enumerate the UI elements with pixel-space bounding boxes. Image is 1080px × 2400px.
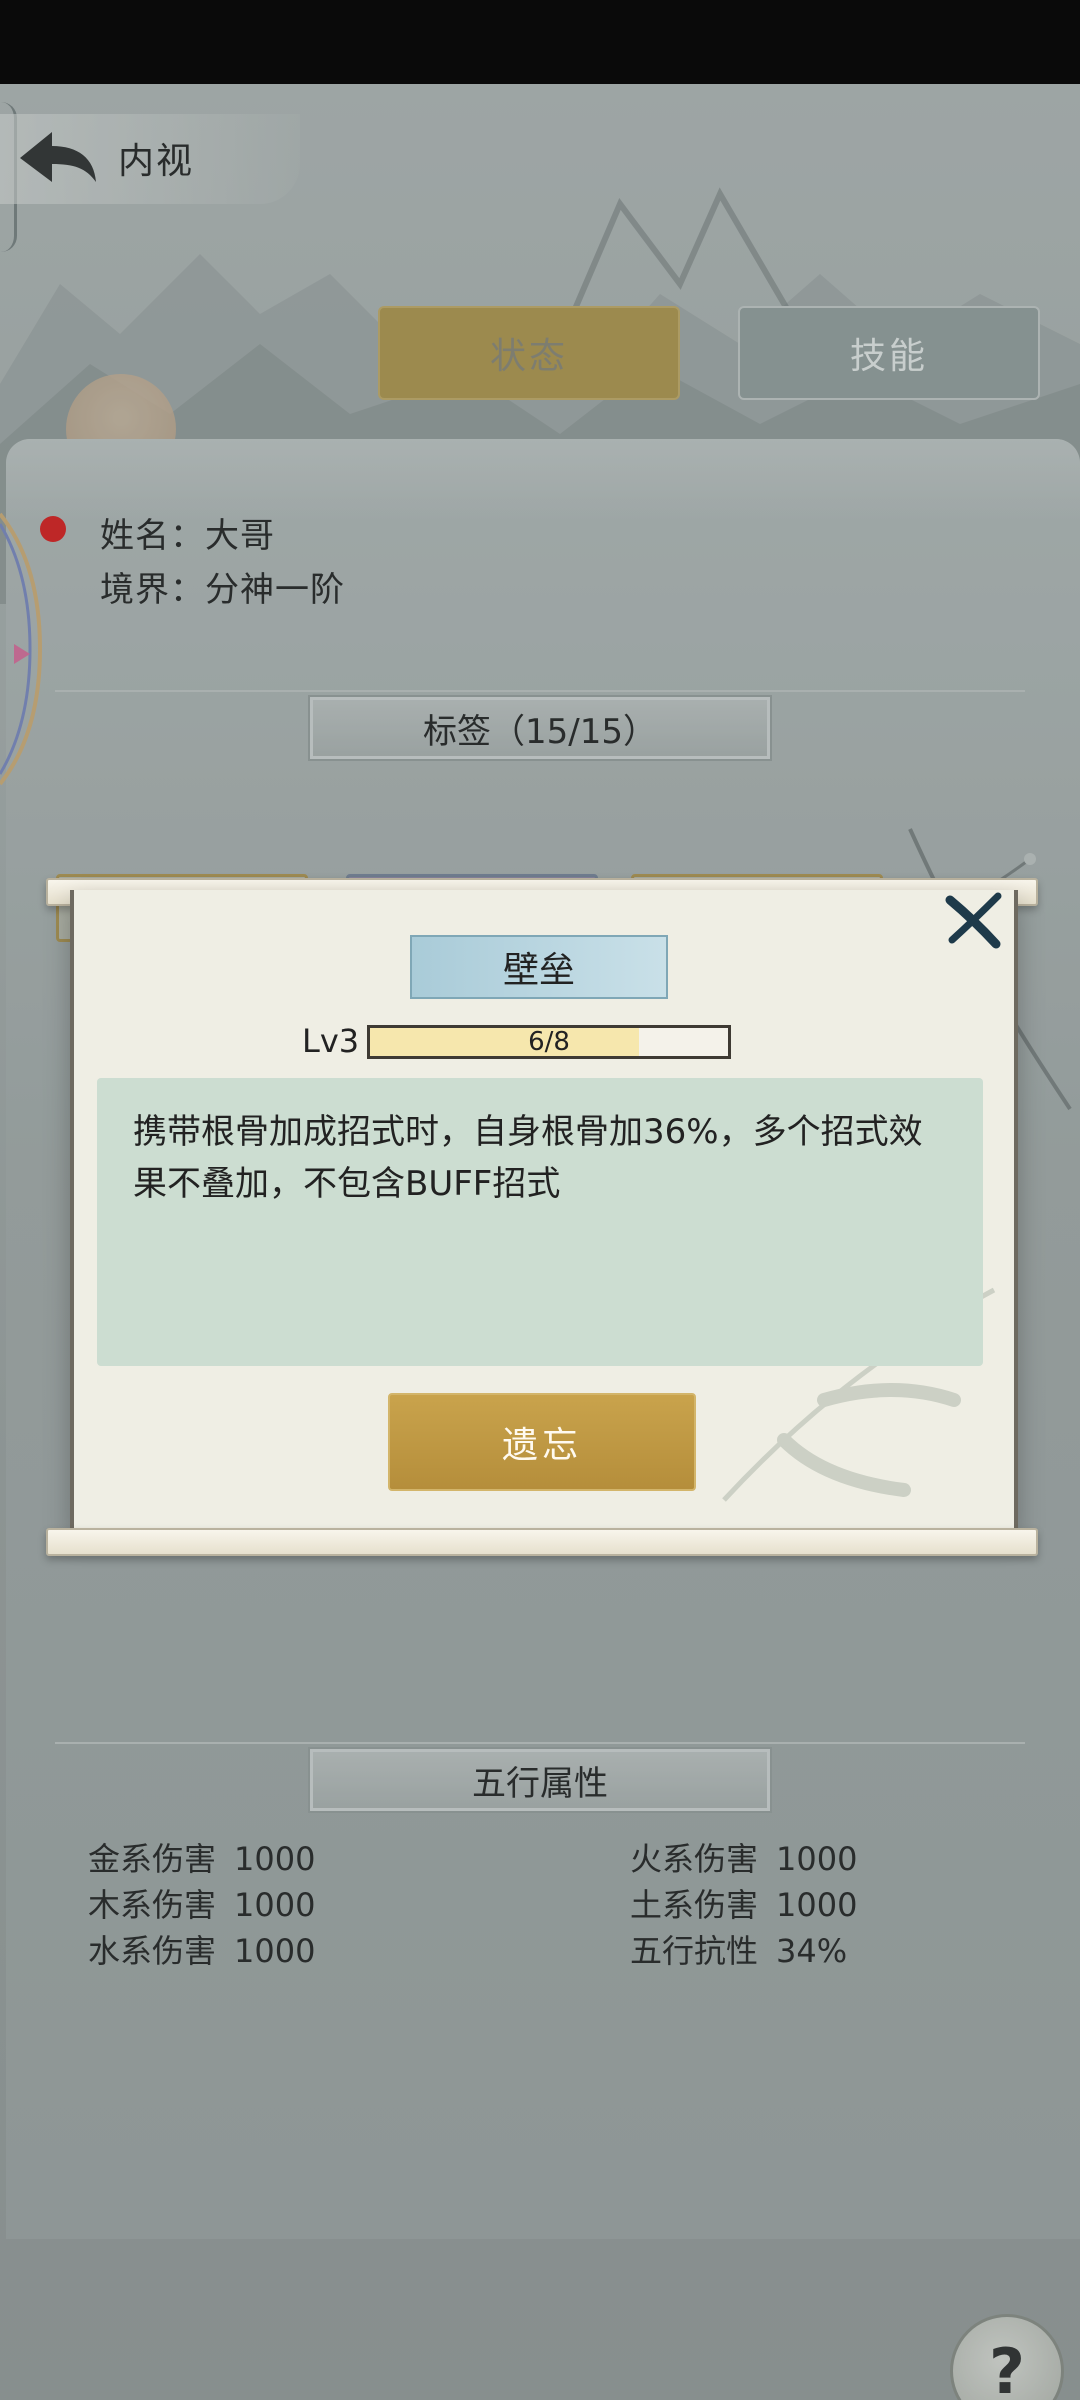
close-button[interactable]	[944, 890, 1004, 950]
skill-name-label: 壁垒	[410, 935, 668, 999]
skill-level-label: Lv3	[302, 1022, 360, 1060]
skill-progress-text: 6/8	[528, 1027, 570, 1057]
close-icon	[945, 892, 1002, 949]
forget-button[interactable]: 遗忘	[388, 1393, 696, 1491]
skill-progress-bar: 6/8	[367, 1025, 731, 1059]
skill-description: 携带根骨加成招式时，自身根骨加36%，多个招式效果不叠加，不包含BUFF招式	[97, 1078, 983, 1366]
scroll-bottom-rod	[46, 1528, 1038, 1556]
